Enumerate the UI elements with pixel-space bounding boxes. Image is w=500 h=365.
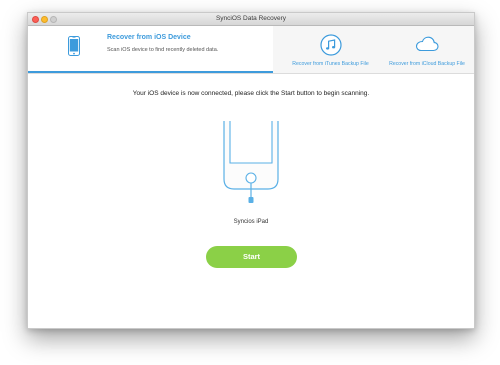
tab-description: Scan iOS device to find recently deleted… bbox=[107, 47, 219, 53]
device-name: Syncios iPad bbox=[233, 219, 269, 225]
cloud-icon bbox=[415, 36, 439, 52]
active-tab-indicator bbox=[28, 71, 273, 73]
tab-icloud-label: Recover from iCloud Backup File bbox=[389, 61, 465, 67]
connection-instruction: Your iOS device is now connected, please… bbox=[132, 90, 370, 97]
tab-itunes-label: Recover from iTunes Backup File bbox=[292, 61, 369, 67]
start-button[interactable]: Start bbox=[206, 246, 297, 268]
tab-recover-from-ios-device[interactable]: Recover from iOS Device Scan iOS device … bbox=[28, 26, 273, 73]
tab-recover-from-icloud-backup[interactable]: Recover from iCloud Backup File bbox=[380, 26, 474, 72]
window-title: SynciOS Data Recovery bbox=[215, 15, 287, 22]
music-note-icon bbox=[319, 34, 342, 56]
title-bar: SynciOS Data Recovery bbox=[28, 13, 474, 26]
app-window: SynciOS Data Recovery Recover from iOS D… bbox=[27, 12, 475, 329]
iphone-usb-icon bbox=[223, 121, 279, 203]
phone-icon bbox=[68, 36, 80, 56]
recovery-mode-tabs: Recover from iOS Device Scan iOS device … bbox=[28, 26, 474, 74]
tab-title: Recover from iOS Device bbox=[107, 34, 191, 41]
tab-recover-from-itunes-backup[interactable]: Recover from iTunes Backup File bbox=[283, 26, 378, 72]
